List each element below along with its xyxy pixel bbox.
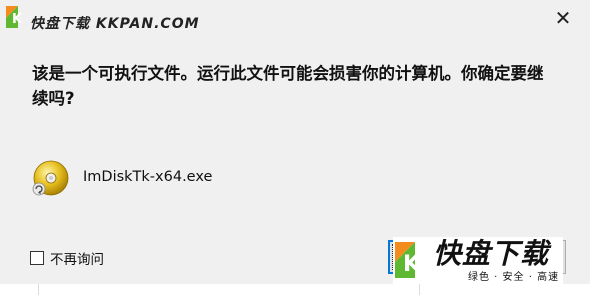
kkpan-logo-icon: K — [6, 6, 23, 28]
dont-ask-again-checkbox[interactable] — [30, 251, 44, 265]
close-button[interactable]: ✕ — [540, 3, 586, 33]
background-edge-right — [419, 284, 420, 295]
warning-message: 该是一个可执行文件。运行此文件可能会损害你的计算机。你确定要继续吗? — [32, 64, 544, 108]
close-icon: ✕ — [554, 6, 572, 30]
watermark-subtitle: 绿色 · 安全 · 高速 — [468, 272, 560, 283]
background-edge-left — [38, 284, 39, 295]
security-warning-dialog: K 快盘下载 KKPAN.COM ✕ 该是一个可执行文件。运行此文件可能会损害你… — [0, 0, 590, 295]
kkpan-watermark: K 快盘下载 绿色 · 安全 · 高速 — [393, 237, 563, 285]
file-name: ImDiskTk-x64.exe — [83, 169, 213, 185]
window-title: 快盘下载 KKPAN.COM — [30, 16, 200, 32]
background-strip — [0, 284, 590, 295]
kkpan-watermark-logo-icon: K — [395, 242, 421, 278]
dont-ask-again-label: 不再询问 — [50, 252, 104, 268]
titlebar: K 快盘下载 KKPAN.COM ✕ — [0, 0, 590, 40]
svg-text:K: K — [12, 12, 23, 27]
watermark-text: 快盘下载 — [433, 237, 550, 270]
svg-text:K: K — [403, 252, 421, 277]
disc-executable-icon — [32, 160, 69, 196]
dont-ask-again-checkbox-row[interactable]: 不再询问 — [30, 249, 104, 268]
